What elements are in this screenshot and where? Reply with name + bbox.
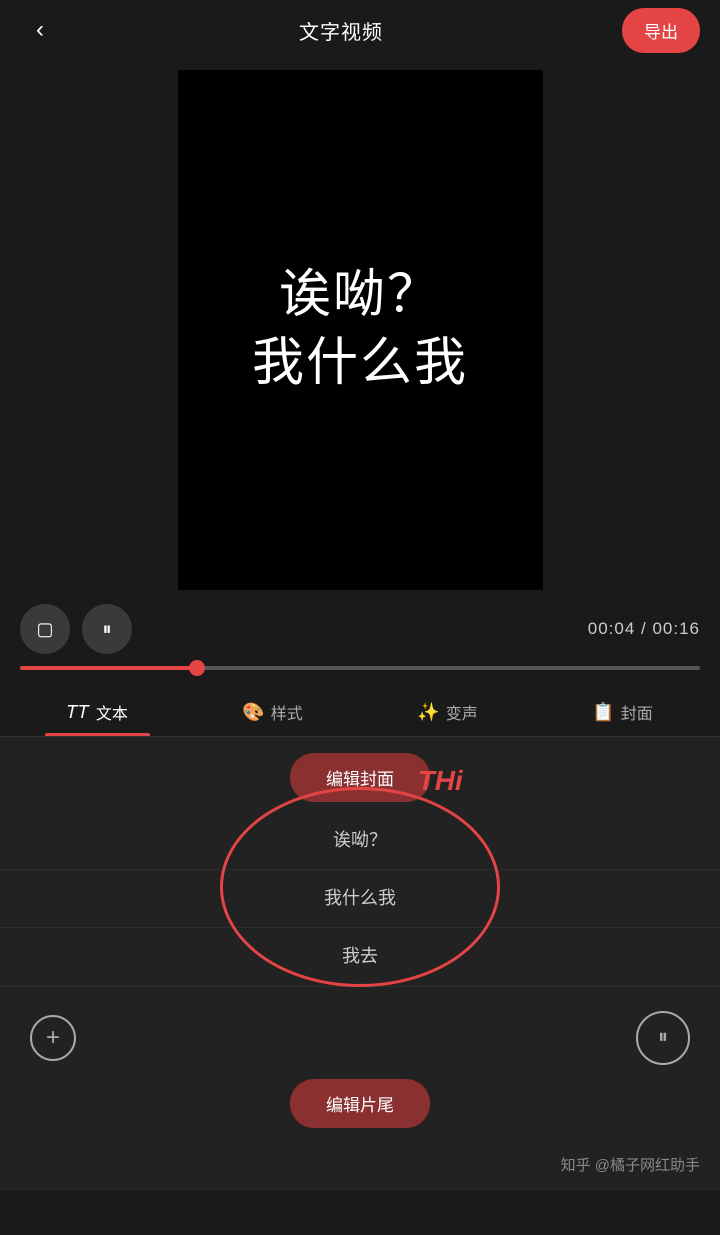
- app-header: ‹ 文字视频 导出: [0, 0, 720, 60]
- text-item-2[interactable]: 我什么我: [0, 870, 720, 928]
- text-item-2-content: 我什么我: [324, 888, 396, 908]
- cover-tab-label: 封面: [621, 700, 653, 724]
- play-pause-button[interactable]: ⏸: [636, 1011, 690, 1065]
- total-time: 00:16: [652, 619, 700, 638]
- text-tab-label: 文本: [96, 700, 128, 724]
- edit-cover-button[interactable]: 编辑封面: [290, 753, 430, 802]
- tab-voice[interactable]: ✨ 变声: [360, 686, 535, 736]
- time-display: 00:04 / 00:16: [588, 619, 700, 639]
- text-item-3-content: 我去: [342, 946, 378, 966]
- add-icon: +: [46, 1024, 60, 1052]
- text-item-1[interactable]: 诶呦？: [0, 812, 720, 870]
- progress-bar-container[interactable]: [0, 654, 720, 686]
- control-buttons: ▢ ⏸: [20, 604, 132, 654]
- progress-fill: [20, 666, 197, 670]
- video-container[interactable]: 诶呦？ 我什么我: [178, 70, 543, 590]
- stop-icon: ▢: [36, 619, 53, 640]
- video-preview-area: 诶呦？ 我什么我: [0, 60, 720, 590]
- edit-tail-button[interactable]: 编辑片尾: [290, 1079, 430, 1128]
- playback-controls: ▢ ⏸ 00:04 / 00:16: [0, 590, 720, 654]
- bottom-row: + ⏸: [0, 997, 720, 1079]
- content-area: THi 编辑封面 诶呦？ 我什么我 我去 + ⏸ 编辑片尾 知乎 @橘子网红助手: [0, 737, 720, 1191]
- time-separator: /: [635, 619, 652, 638]
- video-text: 诶呦？ 我什么我: [252, 262, 468, 397]
- text-item-1-content: 诶呦？: [333, 830, 387, 850]
- voice-tab-icon: ✨: [417, 702, 439, 723]
- tab-bar: 𝑇𝑇 文本 🎨 样式 ✨ 变声 📋 封面: [0, 686, 720, 737]
- tab-text[interactable]: 𝑇𝑇 文本: [10, 686, 185, 736]
- watermark: 知乎 @橘子网红助手: [0, 1144, 720, 1191]
- edit-tail-section: 编辑片尾: [0, 1079, 720, 1144]
- tab-cover[interactable]: 📋 封面: [535, 686, 710, 736]
- stop-button[interactable]: ▢: [20, 604, 70, 654]
- export-button[interactable]: 导出: [622, 8, 700, 53]
- text-items-list: 诶呦？ 我什么我 我去: [0, 802, 720, 997]
- page-title: 文字视频: [299, 16, 383, 45]
- text-item-3[interactable]: 我去: [0, 928, 720, 986]
- progress-track[interactable]: [20, 666, 700, 670]
- add-button[interactable]: +: [30, 1015, 76, 1061]
- progress-thumb[interactable]: [189, 660, 205, 676]
- pause-button[interactable]: ⏸: [82, 604, 132, 654]
- edit-cover-section: 编辑封面: [0, 737, 720, 802]
- video-line2: 我什么我: [252, 334, 468, 392]
- back-button[interactable]: ‹: [20, 10, 60, 50]
- cover-tab-icon: 📋: [592, 702, 614, 723]
- pause-icon: ⏸: [103, 619, 112, 640]
- text-tab-icon: 𝑇𝑇: [67, 702, 90, 723]
- voice-tab-label: 变声: [446, 700, 478, 724]
- style-tab-label: 样式: [271, 700, 303, 724]
- current-time: 00:04: [588, 619, 636, 638]
- style-tab-icon: 🎨: [242, 702, 264, 723]
- video-line1: 诶呦？: [279, 266, 441, 324]
- tab-style[interactable]: 🎨 样式: [185, 686, 360, 736]
- play-pause-icon: ⏸: [658, 1026, 668, 1049]
